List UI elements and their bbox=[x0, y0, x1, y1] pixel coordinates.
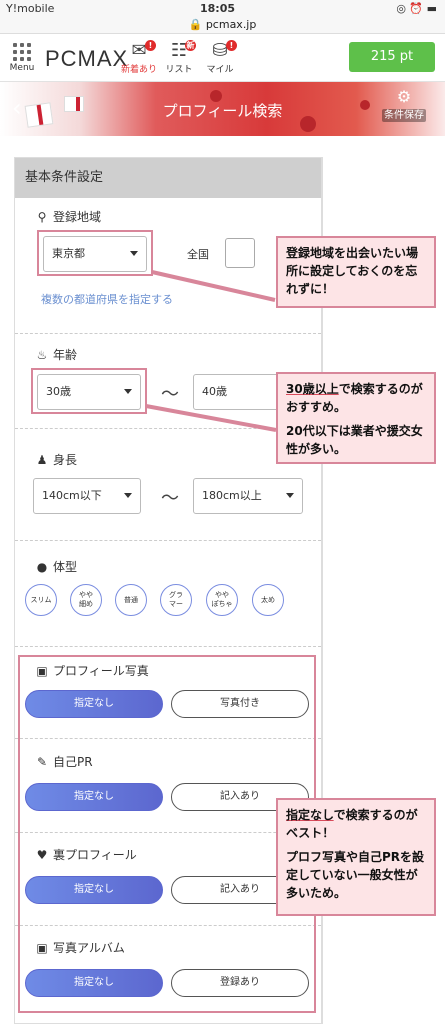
chevron-down-icon bbox=[124, 493, 132, 498]
site-logo[interactable]: PCMAX bbox=[45, 46, 128, 72]
new-messages-label: 新着あり bbox=[120, 65, 157, 75]
notification-badge: ! bbox=[145, 40, 156, 51]
list-label: リスト bbox=[165, 65, 193, 75]
url-bar[interactable]: 🔒 pcmax.jp bbox=[0, 18, 445, 34]
status-icons: ◎ ⏰ ▬ bbox=[396, 2, 437, 15]
cake-icon: ♨ bbox=[36, 348, 48, 362]
age-to-value: 40歳 bbox=[202, 385, 227, 398]
area-heading: ⚲ 登録地域 bbox=[35, 208, 101, 225]
notification-badge: 新 bbox=[185, 40, 196, 51]
body-option-slightly-thin[interactable]: やや 細め bbox=[70, 584, 102, 616]
body-option-chubby[interactable]: やや ぽちゃ bbox=[206, 584, 238, 616]
height-to-value: 180cm以上 bbox=[202, 489, 262, 502]
save-conditions-label: 条件保存 bbox=[382, 109, 426, 122]
optional-tip-text: 指定なしで検索するのがベスト！ bbox=[286, 806, 426, 842]
body-heading: ● 体型 bbox=[35, 558, 77, 575]
person-icon: ● bbox=[36, 560, 48, 574]
mile-button[interactable]: ⛁ ! マイル bbox=[199, 40, 241, 78]
points-button[interactable]: 215 pt bbox=[349, 42, 435, 72]
national-checkbox[interactable] bbox=[225, 238, 255, 268]
age-from-select[interactable]: 30歳 bbox=[37, 374, 141, 410]
section-divider bbox=[15, 333, 321, 334]
status-bar: Y!mobile 18:05 ◎ ⏰ ▬ bbox=[0, 0, 445, 18]
age-tip-highlight: 30歳以上 bbox=[286, 382, 339, 396]
save-conditions-button[interactable]: ⚙ 条件保存 bbox=[379, 87, 429, 122]
body-option-glamour[interactable]: グラ マー bbox=[160, 584, 192, 616]
clock: 18:05 bbox=[200, 2, 236, 15]
age-label: 年齢 bbox=[53, 348, 78, 362]
national-label: 全国 bbox=[187, 248, 209, 261]
notification-badge: ! bbox=[226, 40, 237, 51]
age-from-value: 30歳 bbox=[46, 385, 71, 398]
body-option-slim[interactable]: スリム bbox=[25, 584, 57, 616]
chevron-down-icon bbox=[286, 493, 294, 498]
optional-items-highlight bbox=[18, 655, 316, 1013]
optional-tip-callout: 指定なしで検索するのがベスト！ プロフ写真や自己PRを設定していない一般女性が多… bbox=[276, 798, 436, 916]
height-from-select[interactable]: 140cm以下 bbox=[33, 478, 141, 514]
page-banner: ‹ プロフィール検索 ⚙ 条件保存 bbox=[0, 82, 445, 136]
optional-tip-note: プロフ写真や自己PRを設定していない一般女性が多いため。 bbox=[286, 850, 425, 900]
section-divider bbox=[15, 646, 321, 647]
new-messages-button[interactable]: ✉ ! 新着あり bbox=[118, 40, 160, 78]
age-heading: ♨ 年齢 bbox=[35, 346, 77, 363]
person-height-icon: ♟ bbox=[36, 453, 48, 467]
prefecture-value: 東京都 bbox=[52, 247, 85, 260]
panel-title: 基本条件設定 bbox=[15, 158, 321, 198]
body-option-heavy[interactable]: 太め bbox=[252, 584, 284, 616]
area-tip-callout: 登録地域を出会いたい場所に設定しておくのを忘れずに！ bbox=[276, 236, 436, 308]
height-from-value: 140cm以下 bbox=[42, 489, 102, 502]
height-label: 身長 bbox=[53, 453, 78, 467]
menu-button[interactable]: Menu bbox=[8, 40, 36, 78]
area-tip-text: 登録地域を出会いたい場所に設定しておくのを忘れずに！ bbox=[286, 246, 419, 296]
range-tilde: 〜 bbox=[161, 488, 179, 509]
pin-icon: ⚲ bbox=[37, 210, 47, 224]
prefecture-select[interactable]: 東京都 bbox=[43, 236, 147, 272]
height-to-select[interactable]: 180cm以上 bbox=[193, 478, 303, 514]
menu-label: Menu bbox=[9, 63, 35, 73]
height-heading: ♟ 身長 bbox=[35, 451, 77, 468]
multi-prefecture-link[interactable]: 複数の都道府県を指定する bbox=[41, 291, 173, 307]
chevron-down-icon bbox=[130, 251, 138, 256]
gear-icon: ⚙ bbox=[396, 87, 412, 106]
list-button[interactable]: ☷ 新 リスト bbox=[158, 40, 200, 78]
body-option-normal[interactable]: 普通 bbox=[115, 584, 147, 616]
optional-tip-highlight: 指定なし bbox=[286, 808, 334, 822]
range-tilde: 〜 bbox=[161, 384, 179, 405]
chevron-down-icon bbox=[124, 389, 132, 394]
section-divider bbox=[15, 540, 321, 541]
menu-grid-icon bbox=[13, 43, 31, 61]
age-tip-text: 30歳以上で検索するのがおすすめ。 bbox=[286, 380, 426, 416]
mile-label: マイル bbox=[206, 65, 234, 75]
age-tip-note: 20代以下は業者や援交女性が多い。 bbox=[286, 424, 423, 456]
age-tip-callout: 30歳以上で検索するのがおすすめ。 20代以下は業者や援交女性が多い。 bbox=[276, 372, 436, 464]
area-label: 登録地域 bbox=[53, 210, 102, 224]
carrier-label: Y!mobile bbox=[6, 2, 55, 15]
site-header: Menu PCMAX ✉ ! 新着あり ☷ 新 リスト ⛁ ! マイル 215 … bbox=[0, 34, 445, 82]
body-label: 体型 bbox=[53, 560, 78, 574]
